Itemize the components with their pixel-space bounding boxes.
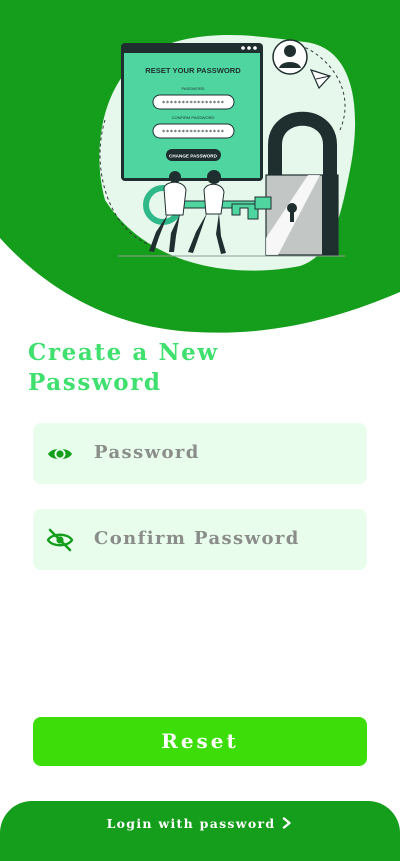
login-with-password-link[interactable]: Login with password xyxy=(0,816,400,831)
page-title-line1: Create a New xyxy=(28,339,219,366)
card-confirm-mask: **************** xyxy=(162,128,225,136)
chevron-right-icon xyxy=(281,817,293,829)
password-placeholder: Password xyxy=(94,442,200,463)
reset-card: RESET YOUR PASSWORD PASSWORD ***********… xyxy=(121,43,263,181)
card-password-label: PASSWORD xyxy=(181,86,204,91)
eye-icon[interactable] xyxy=(47,441,73,467)
reset-password-illustration: RESET YOUR PASSWORD PASSWORD ***********… xyxy=(0,0,400,333)
password-field[interactable]: Password xyxy=(33,423,367,484)
card-confirm-label: CONFIRM PASSWORD xyxy=(172,115,215,120)
card-button-label: CHANGE PASSWORD xyxy=(169,154,218,159)
confirm-password-field[interactable]: Confirm Password xyxy=(33,509,367,570)
login-with-password-bar[interactable]: Login with password xyxy=(0,801,400,861)
card-password-mask: **************** xyxy=(162,99,225,107)
login-with-password-label: Login with password xyxy=(106,816,276,831)
page-title: Create a New Password xyxy=(28,338,288,398)
hero-illustration: RESET YOUR PASSWORD PASSWORD ***********… xyxy=(0,0,400,340)
reset-button[interactable]: Reset xyxy=(33,717,367,766)
confirm-password-placeholder: Confirm Password xyxy=(94,528,300,549)
page-title-line2: Password xyxy=(28,369,162,396)
card-title: RESET YOUR PASSWORD xyxy=(145,66,241,75)
user-avatar-icon xyxy=(272,39,308,75)
eye-off-icon[interactable] xyxy=(46,527,74,553)
